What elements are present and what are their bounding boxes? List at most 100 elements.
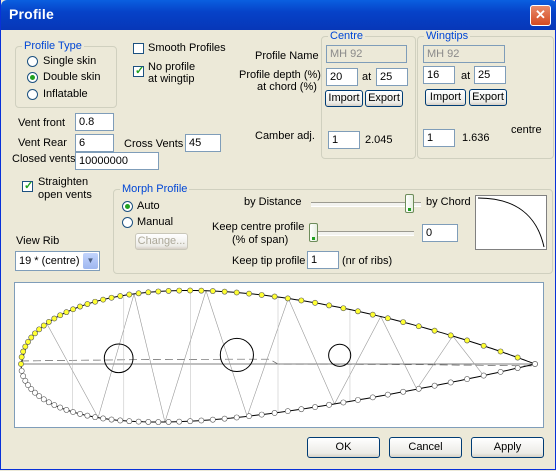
centre-import-button[interactable]: Import [325, 90, 363, 107]
upper-profile-point [209, 288, 216, 294]
lower-profile-point [369, 394, 376, 401]
wingtips-export-button[interactable]: Export [469, 89, 507, 106]
straighten-label-2[interactable]: open vents [38, 189, 92, 201]
no-profile-wingtip-label-1[interactable]: No profile [148, 61, 195, 73]
straighten-label-1[interactable]: Straighten [38, 176, 88, 188]
wingtips-import-button[interactable]: Import [425, 89, 466, 106]
close-button[interactable]: ✕ [530, 5, 551, 26]
upper-profile-point [497, 348, 504, 355]
centre-profile-name-field[interactable]: MH 92 [326, 45, 407, 63]
keep-centre-slider-thumb[interactable] [309, 223, 318, 242]
distance-chord-slider-thumb[interactable] [405, 194, 414, 213]
upper-profile-point [45, 319, 52, 325]
ok-button[interactable]: OK [307, 437, 380, 458]
lower-profile-point [284, 408, 291, 415]
smooth-profiles-label[interactable]: Smooth Profiles [148, 42, 226, 54]
change-button[interactable]: Change... [135, 233, 188, 250]
centre-title: Centre [328, 30, 366, 42]
no-profile-wingtip-checkbox[interactable]: ✓ [133, 65, 144, 77]
lower-profile-point [312, 404, 318, 410]
upper-profile-point [384, 315, 391, 322]
upper-profile-point [176, 287, 183, 294]
smooth-profiles-checkbox[interactable] [133, 43, 144, 54]
lower-profile-point [126, 418, 133, 425]
radio-inflatable[interactable] [27, 89, 38, 100]
lower-profile-point [100, 415, 107, 422]
lower-profile-point [45, 399, 52, 406]
upper-profile-point [28, 334, 35, 341]
keep-centre-slider-track[interactable] [311, 231, 414, 236]
diagonal-rib-line [334, 316, 382, 405]
lower-profile-point [415, 385, 422, 392]
chevron-down-icon[interactable]: ▼ [83, 253, 98, 269]
centre-export-button[interactable]: Export [365, 90, 403, 107]
window-title: Profile [9, 6, 54, 22]
lower-profile-point [209, 416, 216, 423]
lower-profile-point [155, 419, 162, 425]
no-profile-wingtip-label-2[interactable]: at wingtip [148, 73, 194, 85]
diagonal-rib-line [164, 290, 207, 423]
single-skin-label[interactable]: Single skin [43, 55, 96, 67]
lower-profile-point [355, 397, 361, 403]
profile-depth-label: Profile depth (%) [239, 69, 321, 81]
lower-profile-point [514, 365, 521, 371]
upper-profile-point [246, 290, 252, 297]
upper-profile-point [84, 301, 91, 307]
airfoil-profile-plot [18, 287, 538, 425]
upper-profile-point [431, 327, 438, 334]
lower-profile-point [165, 419, 172, 425]
profile-dialog: Profile ✕ Profile Type Single skin Doubl… [0, 0, 556, 470]
centre-chord-input[interactable]: 25 [376, 68, 408, 86]
upper-profile-point [18, 361, 24, 367]
keep-centre-label-2: (% of span) [232, 234, 289, 246]
profile-drawing-area [14, 282, 544, 428]
wingtips-profile-name-field[interactable]: MH 92 [423, 45, 505, 63]
lower-profile-point [384, 391, 391, 398]
lower-profile-point [145, 419, 152, 425]
lower-profile-point [84, 412, 91, 419]
lower-profile-point [246, 413, 252, 420]
keep-tip-input[interactable]: 1 [307, 251, 339, 269]
straighten-checkbox[interactable]: ✓ [22, 180, 33, 192]
keep-centre-input[interactable]: 0 [422, 224, 458, 242]
upper-profile-point [18, 354, 25, 360]
diagonal-rib-line [380, 316, 418, 390]
closed-vents-input[interactable]: 10000000 [75, 152, 159, 170]
vent-front-input[interactable]: 0.8 [75, 113, 114, 131]
wingtips-chord-input[interactable]: 25 [474, 66, 506, 84]
centre-depth-input[interactable]: 20 [326, 68, 358, 86]
diagonal-rib-line [97, 293, 135, 418]
upper-profile-point [447, 332, 454, 339]
wingtips-camber-value: 1.636 [462, 132, 490, 144]
radio-single-skin[interactable] [27, 56, 38, 67]
vent-hole [103, 343, 134, 374]
at-chord-label: at chord (%) [257, 81, 317, 93]
morph-manual-label[interactable]: Manual [137, 216, 173, 228]
lower-profile-point [70, 409, 76, 415]
upper-profile-point [135, 290, 142, 297]
upper-profile-point [221, 288, 228, 295]
lower-profile-point [464, 376, 470, 382]
upper-profile-point [51, 315, 58, 322]
wingtips-depth-input[interactable]: 16 [423, 66, 455, 84]
centre-camber-input[interactable]: 1 [328, 131, 360, 149]
radio-morph-auto[interactable] [122, 201, 133, 212]
view-rib-select[interactable]: 19 * (centre) ▼ [15, 251, 100, 271]
diagonal-rib-line [205, 290, 248, 417]
lower-profile-point [117, 417, 124, 424]
inflatable-label[interactable]: Inflatable [43, 88, 88, 100]
cross-vents-input[interactable]: 45 [185, 134, 221, 152]
morph-auto-label[interactable]: Auto [137, 200, 160, 212]
radio-morph-manual[interactable] [122, 217, 133, 228]
double-skin-label[interactable]: Double skin [43, 71, 100, 83]
lower-profile-point [480, 372, 487, 379]
title-bar: Profile ✕ [1, 0, 556, 30]
lower-profile-point [108, 416, 115, 423]
wingtips-camber-input[interactable]: 1 [423, 129, 455, 147]
apply-button[interactable]: Apply [471, 437, 544, 458]
vent-rear-input[interactable]: 6 [75, 134, 114, 152]
radio-double-skin[interactable] [27, 72, 38, 83]
lower-profile-point [532, 361, 538, 367]
cancel-button[interactable]: Cancel [389, 437, 462, 458]
upper-profile-point [415, 323, 422, 330]
